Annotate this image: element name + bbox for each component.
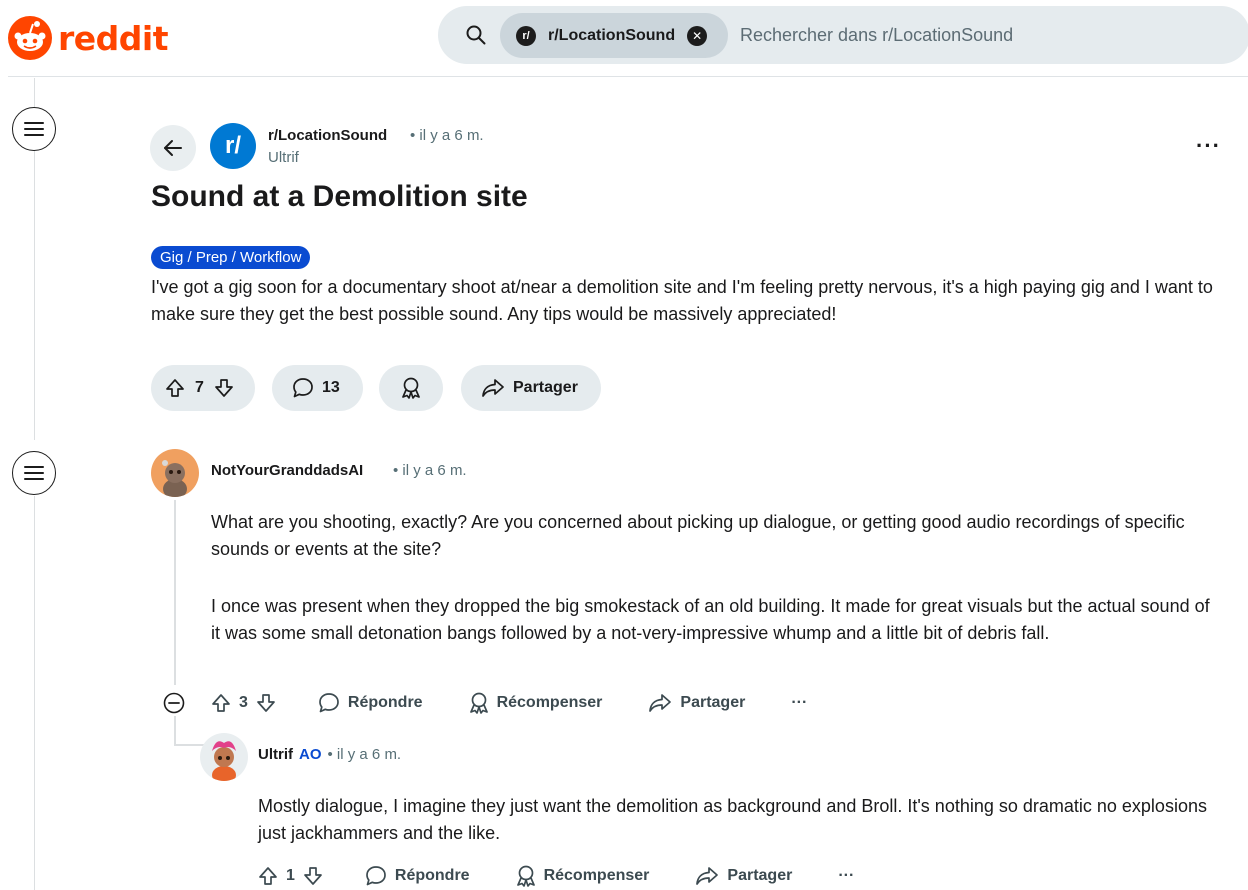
award-button[interactable]: Récompenser [516,865,650,887]
comment-header: Ultrif AO • il y a 6 m. [258,746,401,763]
reply-button[interactable]: Répondre [365,865,470,887]
comment-paragraph: I once was present when they dropped the… [211,596,1210,643]
reddit-snoo-icon [8,16,52,60]
snoo-avatar-icon [162,460,187,497]
award-label: Récompenser [543,867,650,884]
post-flair[interactable]: Gig / Prep / Workflow [151,246,311,269]
share-label: Partager [513,379,578,396]
hamburger-icon [24,466,44,480]
avatar[interactable] [200,733,248,781]
search-chip-label: r/LocationSound [548,26,676,44]
post-timestamp: • il y a 6 m. [410,127,484,144]
award-button[interactable]: Récompenser [469,692,603,714]
comment-vote-count: 3 [239,694,248,711]
reply-label: Répondre [394,867,470,884]
award-label: Récompenser [496,694,603,711]
award-icon [516,865,535,887]
arrow-up-icon[interactable] [211,693,231,713]
comment-timestamp: • il y a 6 m. [327,746,402,763]
reply-label: Répondre [347,694,423,711]
comment-timestamp: • il y a 6 m. [393,462,467,479]
reddit-logo[interactable]: reddit [8,14,169,62]
award-icon [469,692,488,714]
hamburger-icon [24,122,44,136]
comment-actions: 3 Répondre Récompenser Partager ··· [211,692,807,714]
arrow-up-icon[interactable] [258,866,278,886]
post-overflow-menu[interactable]: ··· [1196,133,1221,159]
search-input[interactable]: Rechercher dans r/LocationSound [740,25,1013,46]
award-icon [402,377,420,399]
op-badge: AO [299,746,322,763]
comment-overflow-menu[interactable]: ··· [791,694,807,712]
comment-author[interactable]: Ultrif [258,746,293,763]
speech-bubble-icon [366,866,386,886]
post-author[interactable]: Ultrif [268,149,299,166]
snoo-avatar-icon [212,741,236,781]
post-vote-pill: 7 [151,365,255,411]
rail-line [34,150,35,440]
minus-circle-icon[interactable] [163,692,185,714]
share-button[interactable]: Partager [648,693,745,713]
arrow-down-icon[interactable] [214,378,234,398]
award-button[interactable] [379,365,443,411]
community-avatar: r/ [516,25,536,46]
sidebar-menu-button[interactable] [12,451,56,495]
comment-vote-count: 1 [286,867,295,884]
arrow-up-icon[interactable] [165,378,185,398]
subreddit-avatar[interactable]: r/ [210,123,256,169]
close-icon[interactable]: ✕ [687,25,708,46]
comment-overflow-menu[interactable]: ··· [838,867,854,885]
comment-count: 13 [322,379,340,396]
arrow-down-icon[interactable] [256,693,276,713]
search-icon [466,25,486,45]
comment-paragraph: What are you shooting, exactly? Are you … [211,512,1185,559]
share-arrow-icon [482,379,504,397]
comment-paragraph: Mostly dialogue, I imagine they just wan… [258,796,1207,843]
share-label: Partager [680,694,746,711]
back-button[interactable] [150,125,196,171]
logo-wordmark: reddit [58,18,169,58]
comment-author[interactable]: NotYourGranddadsAI [211,462,363,479]
share-button[interactable]: Partager [695,866,792,886]
comments-button[interactable]: 13 [272,365,363,411]
thread-line[interactable] [174,500,176,685]
post-body: I've got a gig soon for a documentary sh… [151,277,1213,324]
header-divider [8,76,1248,77]
share-arrow-icon [696,867,719,885]
arrow-left-icon [164,140,182,156]
sidebar-menu-button[interactable] [12,107,56,151]
speech-bubble-icon [319,693,339,713]
thread-line [174,716,176,746]
post-vote-count: 7 [195,379,204,396]
reply-button[interactable]: Répondre [318,692,423,714]
rail-line [34,496,35,890]
avatar[interactable] [151,449,199,497]
subreddit-link[interactable]: r/LocationSound [268,127,387,144]
comment-actions: 1 Répondre Récompenser Partager ··· [258,865,854,887]
share-label: Partager [727,867,793,884]
share-button[interactable]: Partager [461,365,601,411]
speech-bubble-icon [293,378,313,398]
arrow-down-icon[interactable] [303,866,323,886]
thread-branch [174,744,204,746]
search-community-chip[interactable]: r/ r/LocationSound ✕ [500,13,728,58]
share-arrow-icon [649,694,672,712]
post-title: Sound at a Demolition site [151,180,528,213]
